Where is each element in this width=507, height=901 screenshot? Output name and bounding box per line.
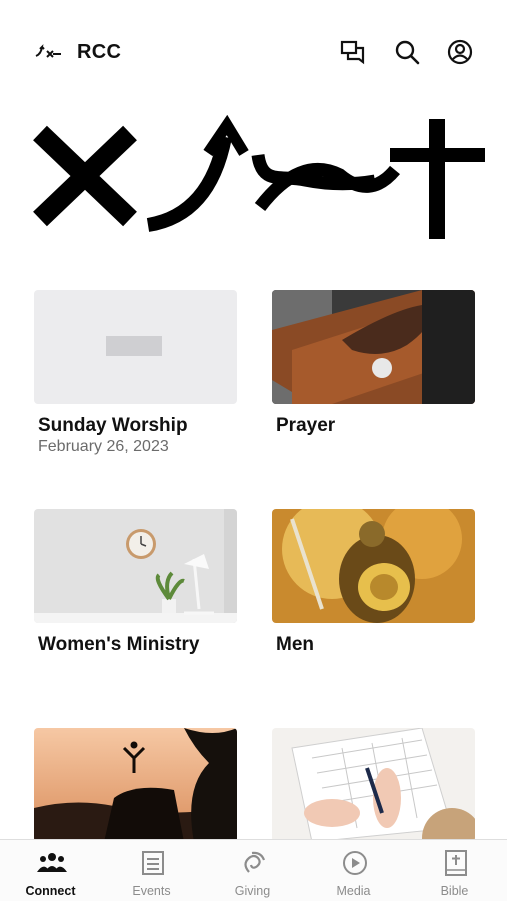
tab-label: Giving <box>234 884 271 898</box>
app-name: RCC <box>77 41 122 63</box>
calendar-icon <box>142 851 164 875</box>
play-icon <box>343 851 367 875</box>
tab-label: Events <box>132 884 171 898</box>
chat-icon[interactable] <box>339 38 367 66</box>
people-icon <box>37 853 67 872</box>
tab-bible[interactable]: Bible <box>404 840 505 901</box>
bottom-tab-bar: Connect Events Giving Media Bible <box>0 839 507 901</box>
card-title: Women's Ministry <box>38 634 200 655</box>
logo-mark-icon <box>35 44 61 58</box>
tab-label: Connect <box>25 884 76 898</box>
planner-image <box>272 728 475 842</box>
tab-giving[interactable]: Giving <box>202 840 303 901</box>
silhouette-image <box>34 728 237 842</box>
men-image <box>272 509 475 623</box>
tab-events[interactable]: Events <box>101 840 202 901</box>
giving-icon <box>244 851 266 873</box>
search-icon[interactable] <box>393 38 421 66</box>
card-title: Sunday Worship <box>38 415 188 436</box>
card-date: February 26, 2023 <box>38 438 169 455</box>
app-header: RCC <box>0 0 507 100</box>
womens-ministry-image <box>34 509 237 623</box>
card-title: Men <box>276 634 314 655</box>
tab-connect[interactable]: Connect <box>0 840 101 901</box>
tab-label: Bible <box>440 884 469 898</box>
card-title: Prayer <box>276 415 336 436</box>
prayer-image <box>272 290 475 404</box>
tab-media[interactable]: Media <box>303 840 404 901</box>
hero-logo <box>33 115 485 239</box>
placeholder-image <box>34 290 237 404</box>
tab-label: Media <box>336 884 371 898</box>
profile-icon[interactable] <box>446 38 474 66</box>
bible-icon <box>445 850 467 876</box>
